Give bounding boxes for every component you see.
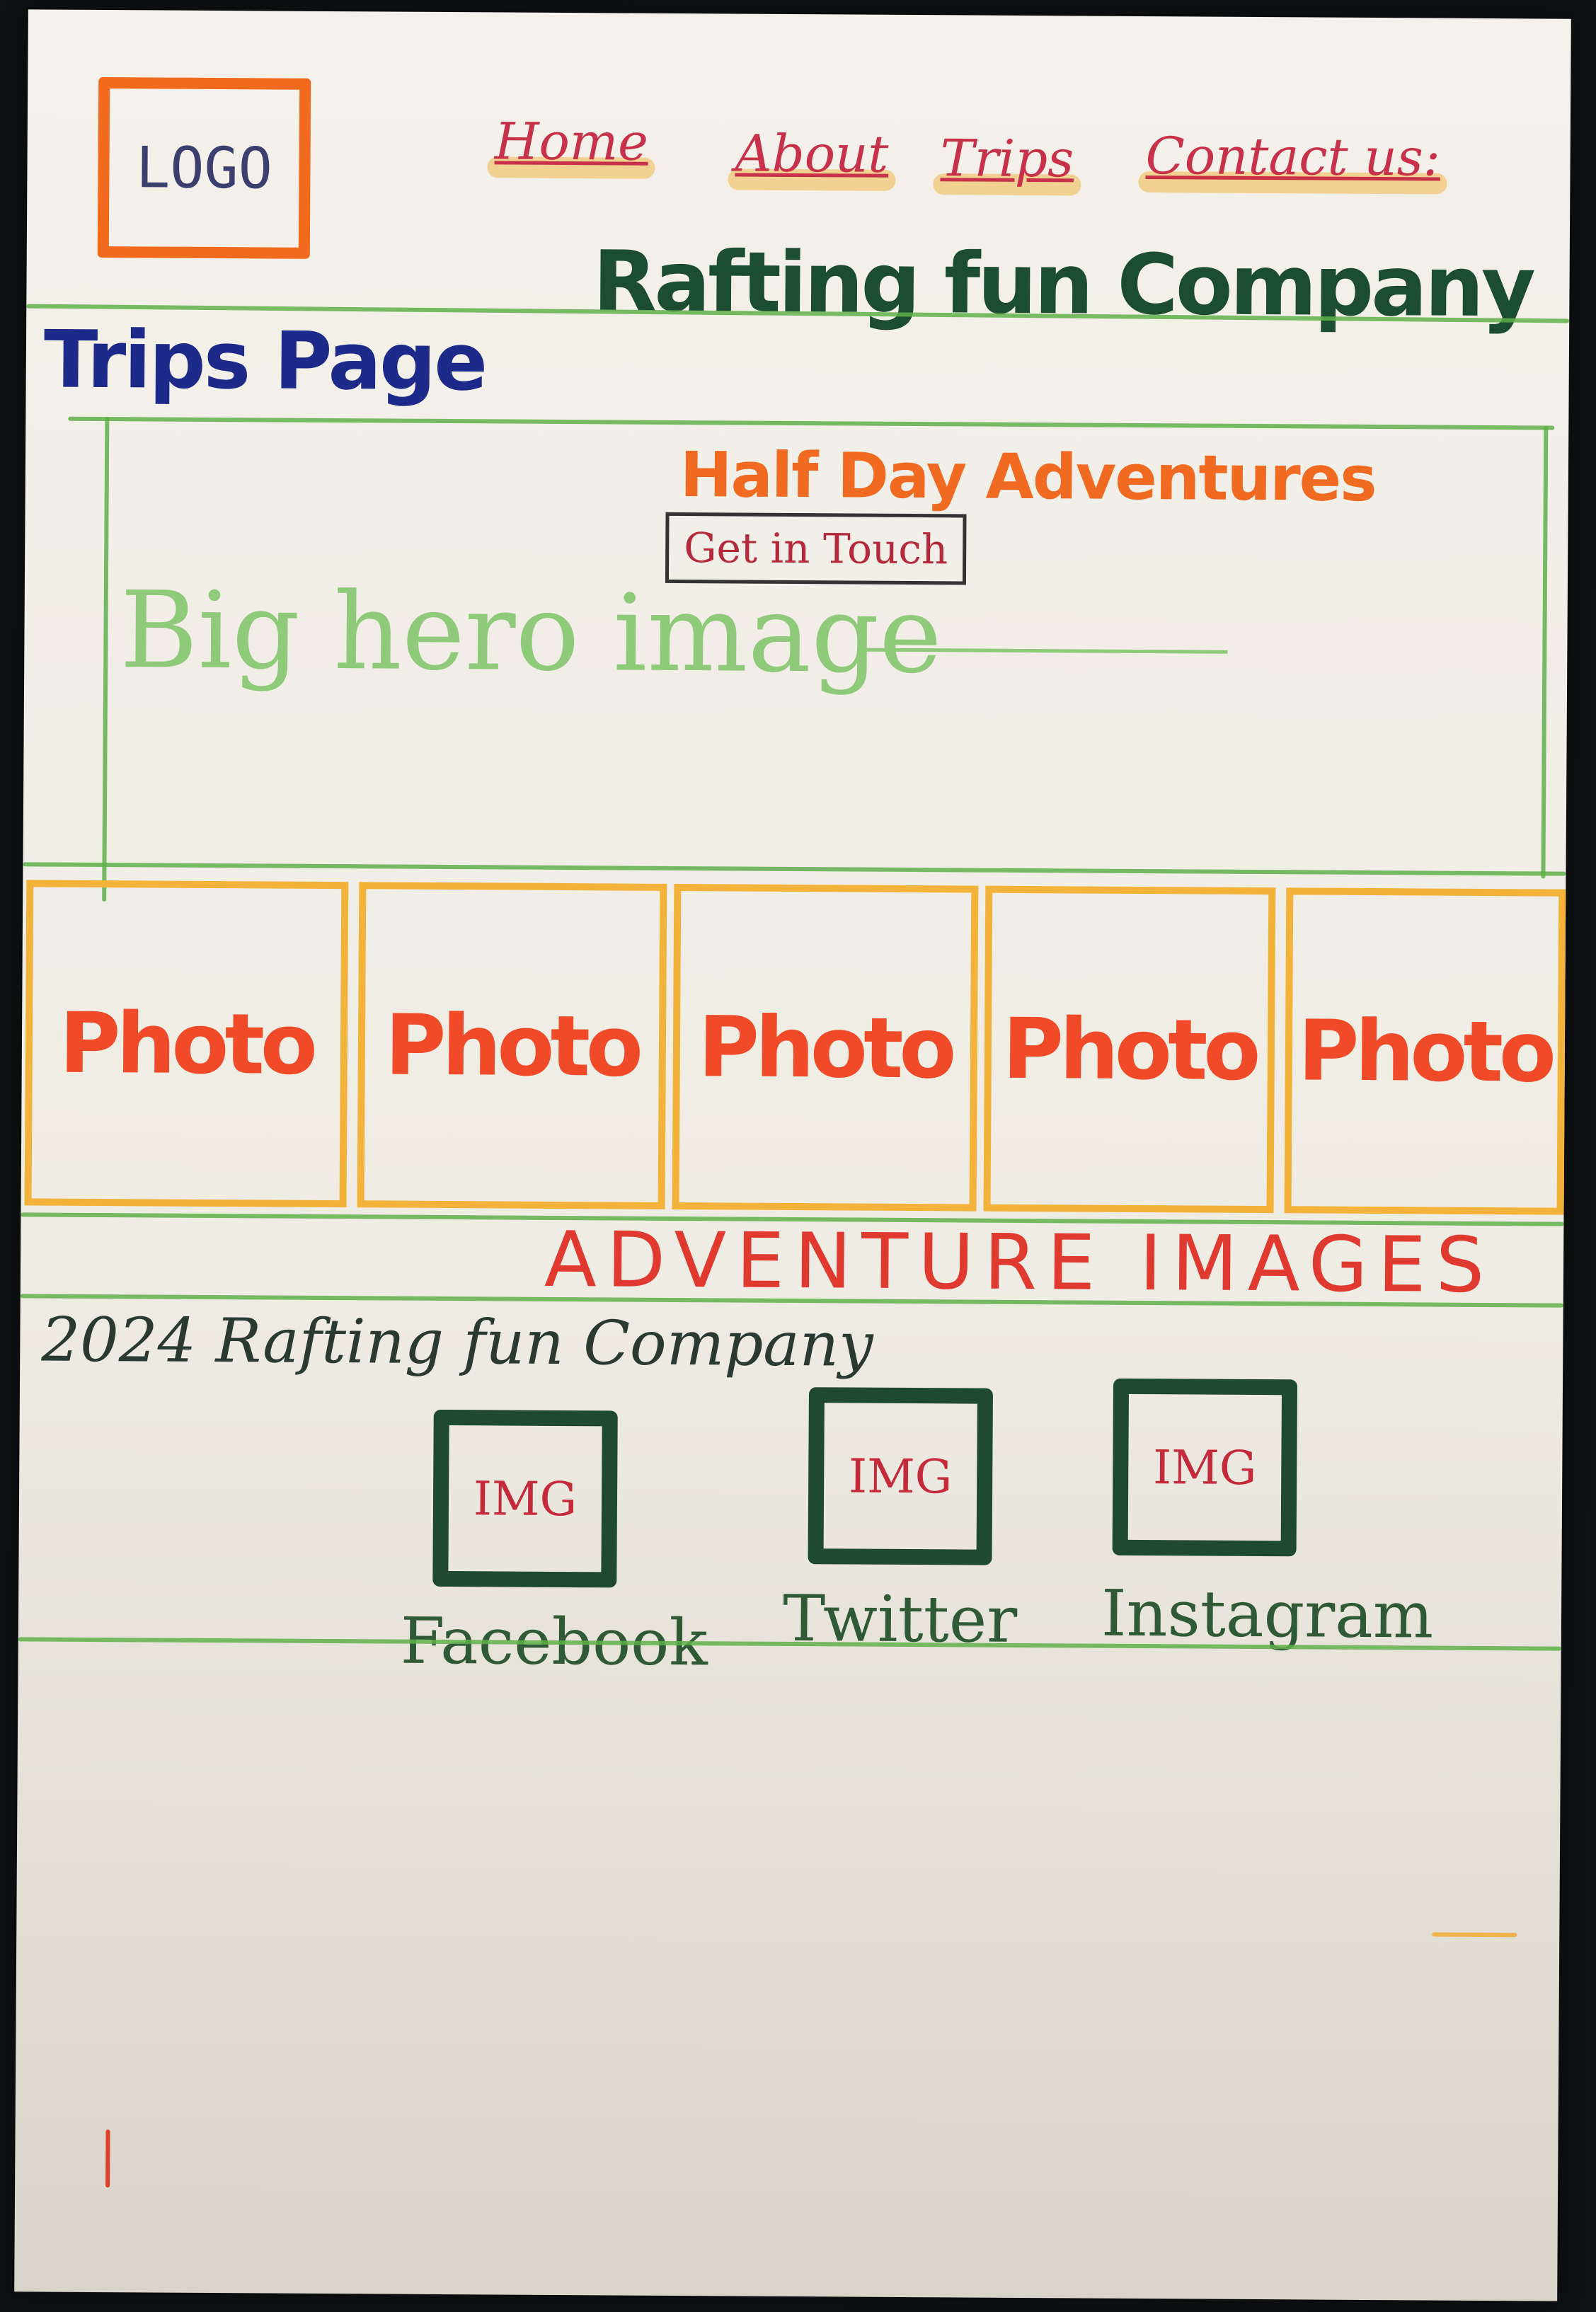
hero-right-border bbox=[1541, 425, 1549, 879]
logo[interactable]: LOGO bbox=[97, 76, 311, 259]
main-nav: Home About Trips Contact us: bbox=[28, 9, 1571, 188]
nav-about[interactable]: About bbox=[735, 123, 888, 183]
nav-contact[interactable]: Contact us: bbox=[1145, 126, 1440, 188]
hero-top-border bbox=[68, 416, 1555, 430]
nav-home[interactable]: Home bbox=[494, 111, 648, 171]
wireframe-paper: LOGO Home About Trips Contact us: Raftin… bbox=[14, 9, 1571, 2301]
logo-label: LOGO bbox=[135, 134, 273, 202]
instagram-icon[interactable]: IMG bbox=[1112, 1378, 1298, 1557]
photo-label: Photo bbox=[1001, 999, 1257, 1099]
hero-image-placeholder: Big hero image bbox=[119, 569, 943, 698]
photo-label: Photo bbox=[1297, 1001, 1553, 1101]
photo-4[interactable]: Photo bbox=[983, 885, 1276, 1214]
photo-gallery: Photo Photo Photo Photo Photo ADVENTURE … bbox=[20, 9, 1571, 1310]
photo-3[interactable]: Photo bbox=[672, 883, 979, 1212]
hero-left-border bbox=[102, 417, 110, 902]
stray-marker-dash bbox=[1432, 1932, 1517, 1938]
photo-2[interactable]: Photo bbox=[357, 882, 667, 1209]
page-title: Trips Page bbox=[43, 314, 486, 409]
social-img-label: IMG bbox=[1152, 1439, 1257, 1495]
photo-label: Photo bbox=[697, 998, 953, 1098]
instagram-label[interactable]: Instagram bbox=[1101, 1577, 1434, 1653]
stray-marker-stroke bbox=[105, 2129, 110, 2188]
photo-5[interactable]: Photo bbox=[1284, 887, 1566, 1215]
facebook-icon[interactable]: IMG bbox=[432, 1409, 618, 1588]
nav-trips[interactable]: Trips bbox=[940, 128, 1074, 188]
footer: 2024 Rafting fun Company IMG Facebook IM… bbox=[18, 9, 1571, 1680]
social-img-label: IMG bbox=[473, 1471, 578, 1526]
twitter-icon[interactable]: IMG bbox=[808, 1387, 993, 1565]
hero-bottom-border bbox=[23, 862, 1566, 876]
photo-label: Photo bbox=[384, 996, 640, 1095]
hero-section: Half Day Adventures Get in Touch Big her… bbox=[23, 9, 1571, 902]
social-img-label: IMG bbox=[848, 1448, 953, 1504]
photo-1[interactable]: Photo bbox=[24, 880, 349, 1208]
hero-heading: Half Day Adventures bbox=[679, 438, 1376, 516]
gallery-caption: ADVENTURE IMAGES bbox=[544, 1215, 1495, 1311]
copyright-text: 2024 Rafting fun Company bbox=[41, 1304, 873, 1381]
photo-label: Photo bbox=[59, 994, 314, 1093]
